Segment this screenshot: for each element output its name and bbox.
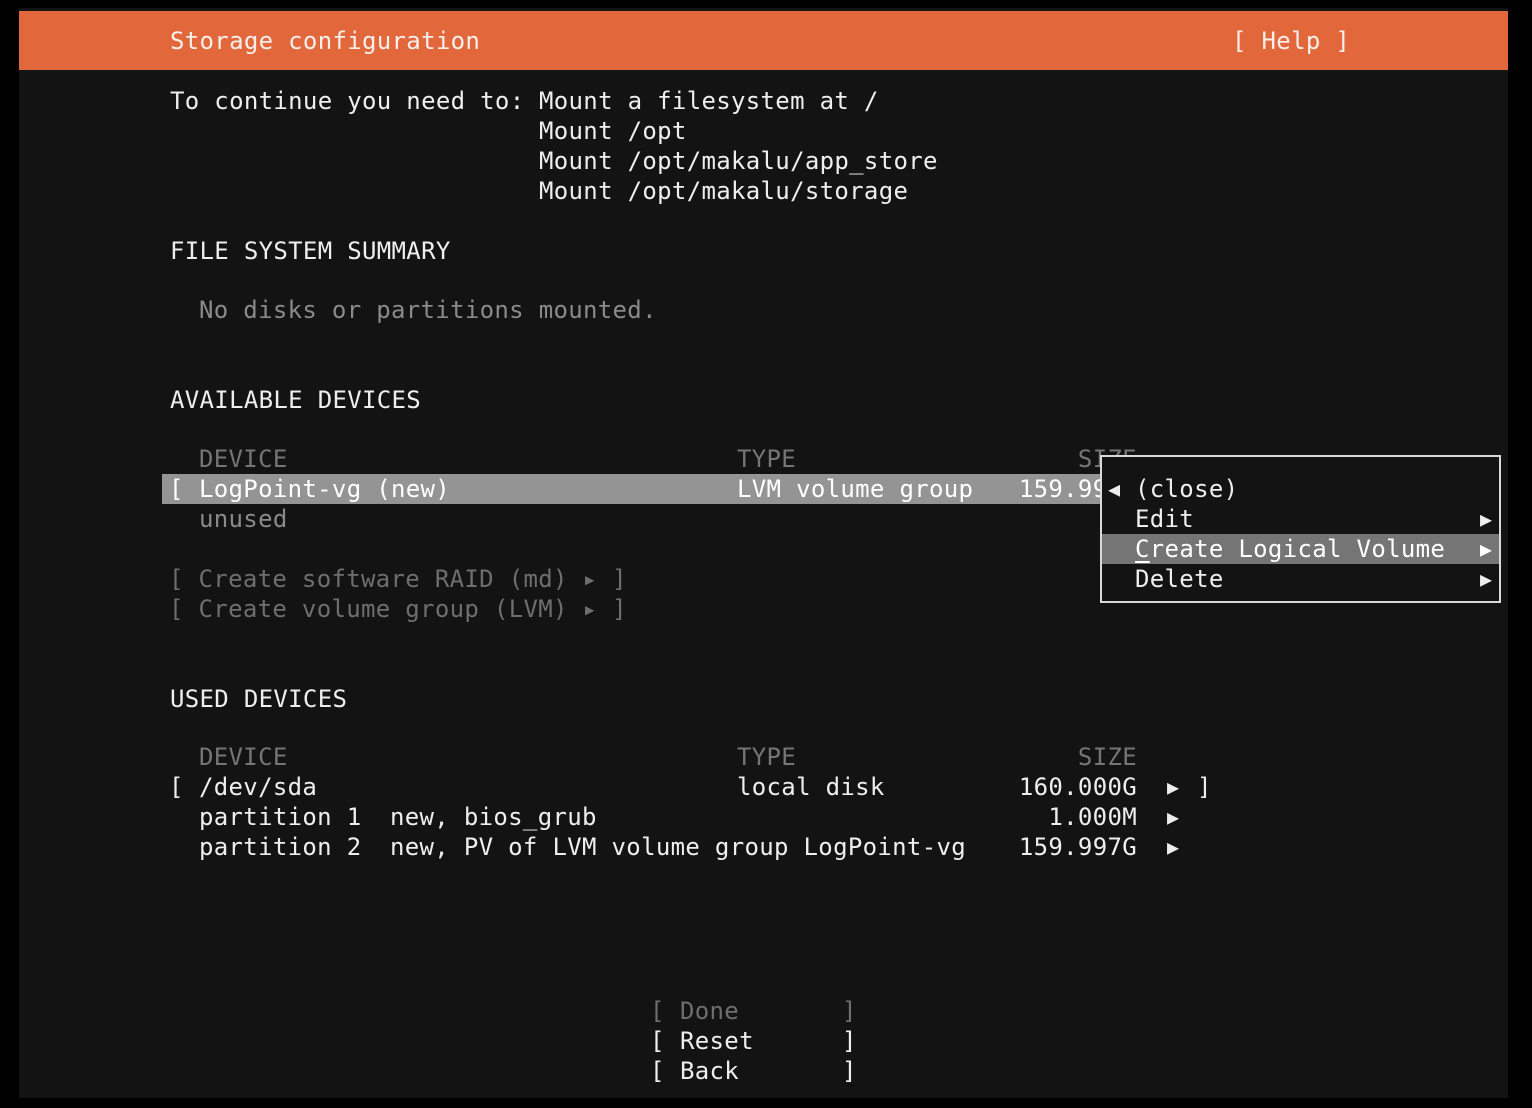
device-type: local disk: [737, 772, 885, 802]
row-expand-icon[interactable]: ▶: [1167, 802, 1179, 832]
create-software-raid-button[interactable]: [ Create software RAID (md) ▸ ]: [169, 564, 627, 594]
intro-prefix: To continue you need to:: [170, 86, 524, 116]
section-title-available-devices: AVAILABLE DEVICES: [170, 385, 421, 415]
create-volume-group-button[interactable]: [ Create volume group (LVM) ▸ ]: [169, 594, 627, 624]
menu-item-label: Create Logical Volume: [1135, 534, 1445, 564]
submenu-right-icon: ▶: [1480, 504, 1492, 534]
device-context-menu: ◀ (close) Edit ▶ Create Logical Volume ▶…: [1100, 455, 1501, 603]
requirement-item: Mount /opt: [539, 116, 687, 146]
empty-summary-message: No disks or partitions mounted.: [199, 295, 657, 325]
device-name: LogPoint-vg (new): [199, 474, 450, 504]
section-title-used-devices: USED DEVICES: [170, 684, 347, 714]
requirement-item: Mount a filesystem at /: [539, 86, 879, 116]
device-size: 159.997G: [899, 832, 1137, 862]
button-label: Back: [680, 1056, 739, 1086]
reset-button[interactable]: [ Reset ]: [650, 1011, 860, 1041]
column-header-type: TYPE: [737, 742, 796, 772]
menu-item-close[interactable]: ◀ (close): [1102, 474, 1499, 504]
row-open-bracket: [: [169, 772, 184, 802]
column-header-type: TYPE: [737, 444, 796, 474]
row-expand-icon[interactable]: ▶: [1167, 832, 1179, 862]
device-detail: new, PV of LVM volume group LogPoint-vg: [390, 832, 966, 862]
requirement-item: Mount /opt/makalu/storage: [539, 176, 908, 206]
column-header-device: DEVICE: [199, 742, 288, 772]
table-row-unused[interactable]: unused: [199, 504, 288, 534]
menu-item-create-logical-volume[interactable]: Create Logical Volume ▶: [1102, 534, 1499, 564]
button-close-bracket: ]: [842, 1056, 857, 1086]
back-button[interactable]: [ Back ]: [650, 1041, 860, 1071]
menu-item-delete[interactable]: Delete ▶: [1102, 564, 1499, 594]
device-name: partition 1: [199, 802, 361, 832]
device-name: /dev/sda: [199, 772, 317, 802]
menu-item-label: Edit: [1135, 504, 1194, 534]
section-title-file-system-summary: FILE SYSTEM SUMMARY: [170, 236, 451, 266]
row-open-bracket: [: [169, 474, 184, 504]
menu-item-edit[interactable]: Edit ▶: [1102, 504, 1499, 534]
done-button: [ Done ]: [650, 981, 860, 1011]
submenu-right-icon: ▶: [1480, 564, 1492, 594]
requirement-item: Mount /opt/makalu/app_store: [539, 146, 938, 176]
device-size: 160.000G: [899, 772, 1137, 802]
column-header-size: SIZE: [899, 742, 1137, 772]
collapse-left-icon: ◀: [1108, 474, 1120, 504]
device-detail: new, bios_grub: [390, 802, 597, 832]
row-close-bracket: ]: [1197, 772, 1212, 802]
installer-tui: { "header": { "title": "Storage configur…: [0, 0, 1532, 1108]
terminal-screen: Storage configuration [ Help ] To contin…: [19, 8, 1508, 1098]
menu-item-label: (close): [1135, 474, 1238, 504]
help-button[interactable]: [ Help ]: [1232, 26, 1350, 56]
column-header-device: DEVICE: [199, 444, 288, 474]
page-title: Storage configuration: [170, 26, 480, 56]
header-bar: Storage configuration [ Help ]: [19, 11, 1508, 70]
device-name: partition 2: [199, 832, 361, 862]
submenu-right-icon: ▶: [1480, 534, 1492, 564]
button-open-bracket: [: [650, 1056, 665, 1086]
row-expand-icon[interactable]: ▶: [1167, 772, 1179, 802]
table-row-logpoint-vg[interactable]: [ LogPoint-vg (new) LVM volume group 159…: [162, 474, 1109, 504]
device-size: 1.000M: [899, 802, 1137, 832]
menu-item-label: Delete: [1135, 564, 1224, 594]
